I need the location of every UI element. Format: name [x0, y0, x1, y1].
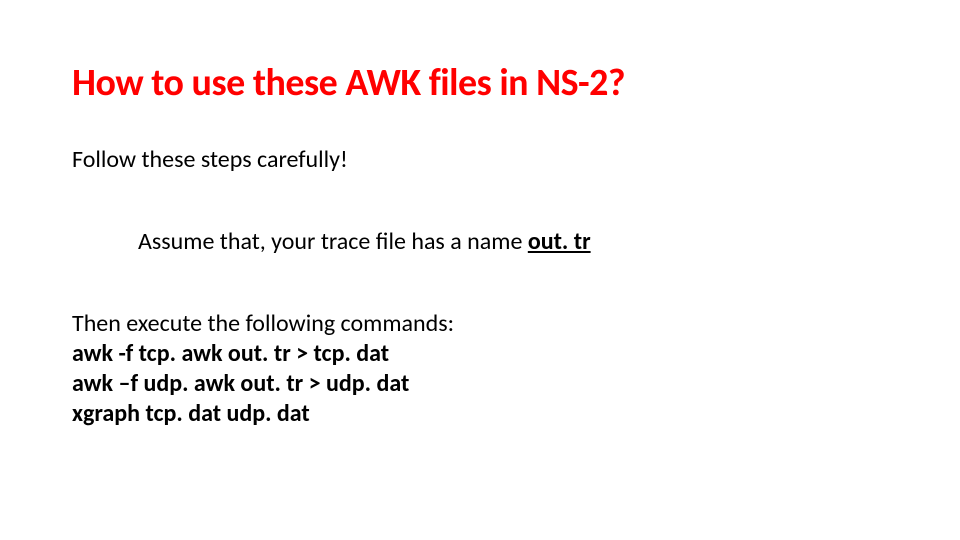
command-2: awk –f udp. awk out. tr > udp. dat: [72, 369, 892, 399]
intro-text: Follow these steps carefully!: [72, 145, 892, 175]
trace-file-name: out. tr: [528, 227, 591, 256]
assume-line: Assume that, your trace file has a name …: [138, 227, 892, 257]
command-1: awk -f tcp. awk out. tr > tcp. dat: [72, 339, 892, 369]
commands-block: Then execute the following commands: awk…: [72, 309, 892, 429]
assume-prefix: Assume that, your trace file has a name: [138, 227, 528, 256]
then-label: Then execute the following commands:: [72, 309, 892, 339]
slide: How to use these AWK files in NS-2? Foll…: [0, 0, 960, 540]
command-3: xgraph tcp. dat udp. dat: [72, 399, 892, 429]
slide-title: How to use these AWK files in NS-2?: [72, 60, 625, 106]
slide-body: Follow these steps carefully! Assume tha…: [72, 145, 892, 429]
